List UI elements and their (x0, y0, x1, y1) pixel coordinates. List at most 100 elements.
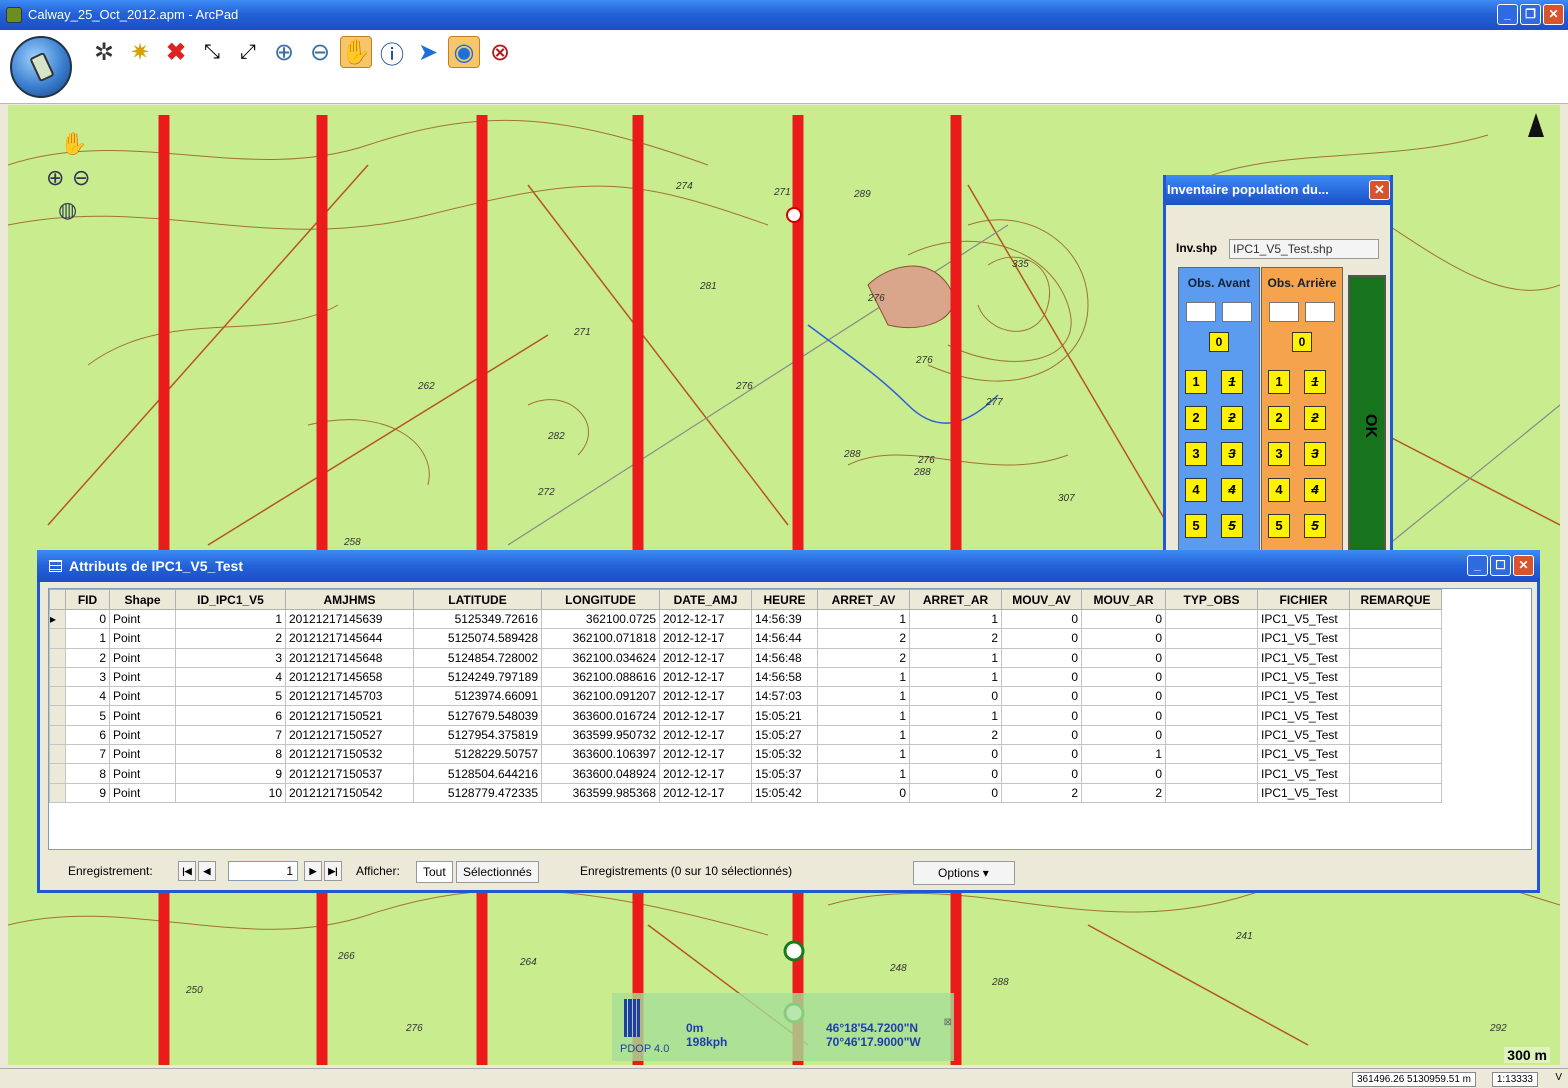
table-cell[interactable] (1165, 744, 1258, 765)
delete-icon[interactable]: ✖ (160, 36, 192, 68)
column-header[interactable]: AMJHMS (285, 589, 414, 610)
table-cell[interactable]: 20121217150527 (285, 724, 414, 746)
row-selector[interactable] (49, 705, 66, 726)
table-cell[interactable]: 1 (817, 763, 910, 784)
table-cell[interactable]: 5125349.72616 (413, 608, 542, 630)
table-row[interactable]: 8 Point 9 20121217150537 5128504.644216 36360… (49, 763, 1442, 784)
table-cell[interactable]: 5128504.644216 (413, 763, 542, 784)
arriere-button-1[interactable]: 1 (1268, 370, 1290, 394)
table-cell[interactable]: 2012-12-17 (659, 744, 752, 765)
table-cell[interactable]: 20121217150521 (285, 705, 414, 726)
avant-undo-button-1[interactable]: 1 (1221, 370, 1243, 394)
table-cell[interactable]: 0 (1001, 705, 1082, 726)
table-cell[interactable] (1165, 724, 1258, 746)
gps-close-icon[interactable]: ⊠ (944, 1017, 952, 1028)
table-cell[interactable] (1165, 705, 1258, 726)
table-cell[interactable]: 5128229.50757 (413, 744, 542, 765)
table-cell[interactable]: 1 (1081, 744, 1166, 765)
table-cell[interactable]: 9 (175, 763, 286, 784)
column-header[interactable]: REMARQUE (1349, 589, 1442, 610)
table-cell[interactable]: 2012-12-17 (659, 647, 752, 668)
table-cell[interactable]: 0 (1081, 724, 1166, 746)
table-cell[interactable]: 363600.016724 (541, 705, 660, 726)
column-header[interactable]: LATITUDE (413, 589, 542, 610)
row-selector[interactable] (49, 782, 66, 803)
table-cell[interactable]: 8 (175, 744, 286, 765)
table-cell[interactable]: 3 (65, 666, 110, 688)
table-cell[interactable]: 363600.048924 (541, 763, 660, 784)
minimize-button[interactable]: _ (1497, 4, 1518, 25)
table-cell[interactable] (1349, 724, 1442, 746)
table-cell[interactable]: 2 (1001, 782, 1082, 803)
table-cell[interactable]: Point (109, 628, 176, 649)
zoom-previous-icon[interactable]: ⤡ (196, 36, 228, 68)
table-cell[interactable]: 0 (1081, 647, 1166, 668)
table-cell[interactable] (1349, 608, 1442, 630)
obs-arriere-input-1[interactable] (1269, 302, 1299, 322)
table-cell[interactable]: 20121217145639 (285, 608, 414, 630)
table-row[interactable]: ▸ 0 Point 1 20121217145639 5125349.72616 36210… (49, 608, 1442, 630)
table-cell[interactable]: 0 (1001, 628, 1082, 649)
pan-hand-icon[interactable]: ✋ (60, 131, 87, 157)
zoom-in-icon[interactable]: ⊕ (46, 165, 64, 191)
obs-avant-input-1[interactable] (1186, 302, 1216, 322)
row-selector[interactable] (49, 724, 66, 746)
table-cell[interactable]: 2012-12-17 (659, 686, 752, 707)
table-cell[interactable]: 2 (909, 628, 1002, 649)
table-cell[interactable]: 14:56:48 (751, 647, 818, 668)
table-cell[interactable]: IPC1_V5_Test (1257, 686, 1350, 707)
row-selector[interactable] (49, 666, 66, 688)
table-cell[interactable]: 4 (175, 666, 286, 688)
table-cell[interactable] (1349, 628, 1442, 649)
attr-minimize-button[interactable]: _ (1467, 555, 1488, 576)
previous-record-button[interactable]: ◀ (198, 861, 216, 881)
select-arrow-icon[interactable]: ➤ (412, 36, 444, 68)
table-cell[interactable]: 2 (175, 628, 286, 649)
table-cell[interactable]: IPC1_V5_Test (1257, 705, 1350, 726)
table-cell[interactable] (1349, 782, 1442, 803)
zoom-out-icon[interactable]: ⊖ (72, 165, 90, 191)
settings-tool-icon[interactable]: ✲ (88, 36, 120, 68)
table-cell[interactable]: 0 (1081, 763, 1166, 784)
table-cell[interactable]: 0 (1081, 628, 1166, 649)
ok-button[interactable]: OK (1348, 275, 1386, 552)
table-cell[interactable]: 0 (1081, 705, 1166, 726)
table-cell[interactable]: 20121217145658 (285, 666, 414, 688)
table-cell[interactable]: Point (109, 686, 176, 707)
zoom-out-icon[interactable]: ⊖ (304, 36, 336, 68)
column-header[interactable]: FICHIER (1257, 589, 1350, 610)
table-cell[interactable]: 15:05:32 (751, 744, 818, 765)
arriere-undo-button-3[interactable]: 3 (1304, 442, 1326, 466)
table-cell[interactable]: 1 (909, 608, 1002, 630)
table-cell[interactable]: 5125074.589428 (413, 628, 542, 649)
record-number-input[interactable]: 1 (228, 861, 298, 881)
stop-icon[interactable]: ⊗ (484, 36, 516, 68)
table-cell[interactable]: 362100.088616 (541, 666, 660, 688)
table-cell[interactable]: 1 (817, 608, 910, 630)
full-extent-icon[interactable]: ◍ (58, 197, 77, 223)
table-cell[interactable]: Point (109, 782, 176, 803)
column-header[interactable]: MOUV_AV (1001, 589, 1082, 610)
last-record-button[interactable]: ▶| (324, 861, 342, 881)
avant-button-3[interactable]: 3 (1185, 442, 1207, 466)
obs-arriere-input-2[interactable] (1305, 302, 1335, 322)
table-cell[interactable]: 5127954.375819 (413, 724, 542, 746)
table-cell[interactable]: 2 (909, 724, 1002, 746)
table-cell[interactable] (1349, 647, 1442, 668)
table-row[interactable]: 9 Point 10 20121217150542 5128779.472335 3635… (49, 782, 1442, 803)
table-cell[interactable]: 5124854.728002 (413, 647, 542, 668)
table-cell[interactable]: 6 (65, 724, 110, 746)
table-cell[interactable] (1349, 705, 1442, 726)
avant-button-1[interactable]: 1 (1185, 370, 1207, 394)
table-cell[interactable]: 20121217145648 (285, 647, 414, 668)
table-cell[interactable]: Point (109, 763, 176, 784)
table-cell[interactable]: 0 (1001, 744, 1082, 765)
table-cell[interactable]: Point (109, 647, 176, 668)
table-cell[interactable] (1349, 666, 1442, 688)
table-cell[interactable]: 14:56:58 (751, 666, 818, 688)
next-record-button[interactable]: ▶ (304, 861, 322, 881)
avant-undo-button-4[interactable]: 4 (1221, 478, 1243, 502)
attr-close-button[interactable]: ✕ (1513, 555, 1534, 576)
table-cell[interactable]: 0 (1001, 608, 1082, 630)
attribute-grid[interactable]: FID Shape ID_IPC1_V5 AMJHMS LATITUDE LONGITUD… (48, 588, 1532, 850)
